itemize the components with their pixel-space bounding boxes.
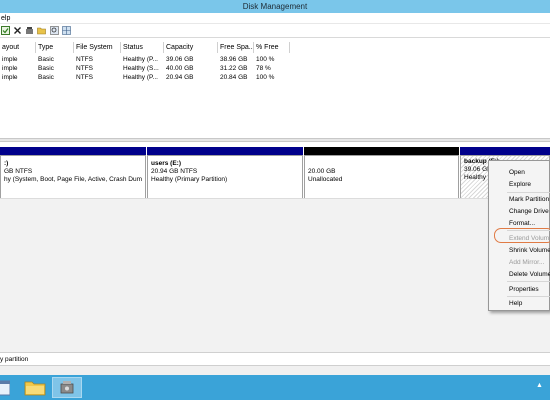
menu-bar: elp	[0, 13, 550, 24]
menu-item-change-drive-letter[interactable]: Change Drive L	[489, 206, 550, 217]
zoom-icon[interactable]	[50, 26, 59, 35]
window-title: Disk Management	[242, 2, 308, 11]
column-header-filesystem[interactable]: File System	[74, 42, 121, 53]
taskbar-explorer-button[interactable]	[20, 377, 50, 398]
window-titlebar[interactable]: Disk Management	[0, 0, 550, 13]
folder-icon[interactable]	[37, 26, 46, 35]
partition-body: :) GB NTFS hy (System, Boot, Page File, …	[0, 155, 146, 199]
server-manager-icon	[60, 381, 74, 394]
volume-list: ayout Type File System Status Capacity F…	[0, 40, 550, 138]
partition-bar	[304, 147, 459, 155]
cell-layout: imple	[2, 74, 18, 81]
menu-item-delete-volume[interactable]: Delete Volume	[489, 269, 550, 280]
cell-percent-free: 100 %	[256, 56, 275, 63]
column-header-capacity[interactable]: Capacity	[164, 42, 218, 53]
grid-icon[interactable]	[62, 26, 71, 35]
cell-filesystem: NTFS	[76, 56, 93, 63]
cell-type: Basic	[38, 65, 54, 72]
menu-item-help[interactable]: elp	[0, 13, 13, 24]
partition-size: GB NTFS	[4, 168, 33, 175]
menu-item-add-mirror[interactable]: Add Mirror...	[489, 257, 550, 268]
menu-item-properties[interactable]: Properties	[489, 284, 550, 295]
disk-map-empty-area	[0, 198, 550, 353]
delete-icon[interactable]	[13, 26, 22, 35]
cell-status: Healthy (P...	[123, 56, 158, 63]
partition-status: hy (System, Boot, Page File, Active, Cra…	[4, 176, 142, 183]
cell-free-space: 31.22 GB	[220, 65, 248, 72]
partition-name: :)	[4, 160, 9, 167]
menu-separator	[507, 296, 550, 297]
properties-icon[interactable]	[1, 26, 10, 35]
toolbar	[0, 24, 550, 38]
cell-type: Basic	[38, 56, 54, 63]
cell-capacity: 20.94 GB	[166, 74, 194, 81]
column-header-status[interactable]: Status	[121, 42, 164, 53]
menu-separator	[507, 192, 550, 193]
menu-item-shrink-volume[interactable]: Shrink Volume	[489, 245, 550, 256]
partition-size: 20.00 GB	[308, 168, 336, 175]
cell-free-space: 38.96 GB	[220, 56, 248, 63]
column-header-free-space[interactable]: Free Spa...	[218, 42, 254, 53]
partition-bar	[0, 147, 146, 155]
menu-item-open[interactable]: Open	[489, 167, 550, 178]
partition-users[interactable]: users (E:) 20.94 GB NTFS Healthy (Primar…	[147, 147, 303, 199]
cell-free-space: 20.84 GB	[220, 74, 248, 81]
legend-label: y partition	[0, 356, 29, 363]
cell-percent-free: 100 %	[256, 74, 275, 81]
column-header-percent-free[interactable]: % Free	[254, 42, 290, 53]
menu-item-explore[interactable]: Explore	[489, 179, 550, 190]
cell-type: Basic	[38, 74, 54, 81]
menu-item-mark-partition-active[interactable]: Mark Partition	[489, 194, 550, 205]
cell-capacity: 40.00 GB	[166, 65, 194, 72]
tray-expand-icon[interactable]: ▲	[536, 382, 543, 389]
cell-layout: imple	[2, 56, 18, 63]
partition-name: users (E:)	[151, 160, 181, 167]
cell-capacity: 39.06 GB	[166, 56, 194, 63]
folder-icon	[24, 381, 46, 396]
partition-status: Unallocated	[308, 176, 343, 183]
cell-status: Healthy (P...	[123, 74, 158, 81]
legend: y partition	[0, 352, 550, 365]
cell-status: Healthy (S...	[123, 65, 159, 72]
powershell-icon	[0, 380, 11, 396]
partition-size: 20.94 GB NTFS	[151, 168, 198, 175]
partition-body: 20.00 GB Unallocated	[304, 155, 459, 199]
menu-separator	[507, 281, 550, 282]
partition-bar	[460, 147, 550, 155]
taskbar-server-manager-button[interactable]	[52, 377, 82, 398]
cell-layout: imple	[2, 65, 18, 72]
partition-bar	[147, 147, 303, 155]
menu-item-help[interactable]: Help	[489, 298, 550, 309]
column-header-type[interactable]: Type	[36, 42, 74, 53]
partition-c[interactable]: :) GB NTFS hy (System, Boot, Page File, …	[0, 147, 146, 199]
partition-status: Healthy (Primary Partition)	[151, 176, 228, 183]
column-header-layout[interactable]: ayout	[0, 42, 36, 53]
taskbar: ▲	[0, 375, 550, 400]
cell-percent-free: 78 %	[256, 65, 271, 72]
cell-filesystem: NTFS	[76, 65, 93, 72]
partition-body: users (E:) 20.94 GB NTFS Healthy (Primar…	[147, 155, 303, 199]
partition-unallocated[interactable]: 20.00 GB Unallocated	[304, 147, 459, 199]
settings-icon[interactable]	[25, 26, 34, 35]
highlight-annotation	[494, 228, 550, 243]
status-bar	[0, 365, 550, 375]
cell-filesystem: NTFS	[76, 74, 93, 81]
